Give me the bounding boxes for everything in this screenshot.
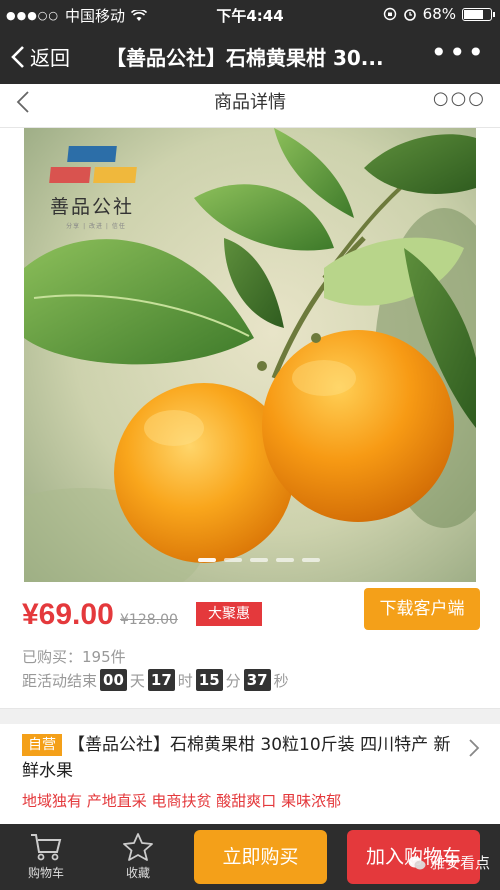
countdown-seconds: 37	[243, 669, 271, 691]
favorite-label: 收藏	[125, 866, 150, 880]
countdown-days-unit: 天	[129, 671, 145, 690]
logo-tiles	[49, 146, 142, 188]
back-label: 返回	[30, 46, 70, 70]
download-app-button[interactable]: 下载客户端	[364, 588, 480, 630]
watermark: 雅安看点	[408, 852, 490, 873]
alarm-icon	[403, 9, 416, 21]
wechat-title: 【善品公社】石棉黄果柑 30...	[106, 46, 384, 70]
product-title: 【善品公社】石棉黄果柑 30粒10斤装 四川特产 新鲜水果	[22, 735, 451, 781]
countdown-days: 00	[100, 669, 127, 691]
carousel-dot[interactable]	[198, 558, 216, 562]
brand-logo: 善品公社 分享 | 改进 | 信任	[49, 146, 142, 230]
chevron-left-icon	[11, 45, 24, 68]
carousel-dot[interactable]	[276, 558, 294, 562]
chevron-right-icon[interactable]	[468, 738, 480, 758]
carousel-dot[interactable]	[250, 558, 268, 562]
current-price: ¥69.00	[22, 598, 114, 631]
back-button[interactable]: 返回	[10, 42, 70, 71]
carousel-dot[interactable]	[224, 558, 242, 562]
page-more-button[interactable]: ○○○	[433, 88, 486, 109]
product-features: 地域独有 产地直采 电商扶贫 酸甜爽口 果味浓郁	[22, 792, 342, 810]
star-icon	[123, 833, 153, 861]
more-menu-button[interactable]: •••	[430, 36, 486, 69]
status-bar: ●●●○○ 中国移动 下午4:44 68%	[0, 0, 500, 28]
battery-icon	[462, 7, 495, 21]
wechat-nav-bar: 返回 【善品公社】石棉黄果柑 30... •••	[0, 28, 500, 84]
countdown-minutes: 15	[195, 669, 223, 691]
self-operated-tag: 自营	[22, 734, 62, 756]
status-right: 68%	[383, 5, 495, 23]
countdown-seconds-unit: 秒	[273, 671, 289, 690]
rotation-lock-icon	[383, 7, 396, 21]
carousel-dot[interactable]	[302, 558, 320, 562]
cart-label: 购物车	[27, 866, 64, 880]
promo-badge: 大聚惠	[196, 602, 262, 626]
carousel-indicator	[198, 558, 320, 562]
original-price: ¥128.00	[120, 612, 178, 628]
product-title-row[interactable]: 自营 【善品公社】石棉黄果柑 30粒10斤装 四川特产 新鲜水果	[22, 732, 462, 784]
buy-now-button[interactable]: 立即购买	[194, 830, 327, 884]
battery-percent: 68%	[422, 5, 456, 23]
favorite-tab[interactable]: 收藏	[110, 832, 166, 881]
cart-tab[interactable]: 购物车	[18, 832, 74, 881]
countdown-hours: 17	[147, 669, 175, 691]
countdown-hours-unit: 时	[177, 671, 193, 690]
wechat-logo-icon	[408, 856, 426, 869]
product-image-carousel[interactable]: 善品公社 分享 | 改进 | 信任	[24, 128, 476, 582]
logo-brand-text: 善品公社	[50, 196, 135, 218]
watermark-text: 雅安看点	[429, 854, 490, 872]
countdown-minutes-unit: 分	[225, 671, 241, 690]
countdown-label: 距活动结束	[22, 671, 98, 690]
page-title: 商品详情	[214, 92, 286, 113]
logo-tagline: 分享 | 改进 | 信任	[66, 223, 126, 230]
sold-count: 已购买：195件	[22, 648, 126, 666]
promo-countdown: 距活动结束 00 天 17 时 15 分 37 秒	[22, 669, 289, 691]
page-header: 商品详情 ○○○	[0, 84, 500, 128]
cart-icon	[31, 834, 62, 861]
section-divider	[0, 708, 500, 724]
